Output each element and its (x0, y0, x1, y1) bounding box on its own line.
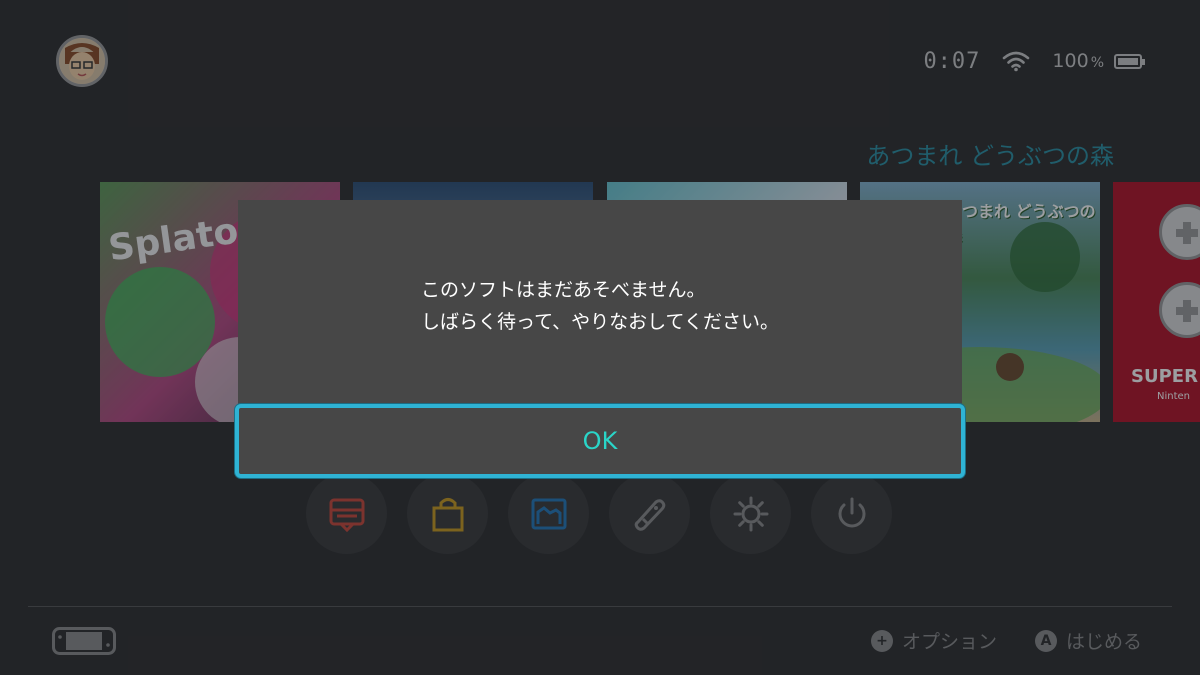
dialog-line-2: しばらく待って、やりなおしてください。 (421, 311, 779, 333)
ok-button[interactable]: OK (235, 404, 965, 478)
error-dialog: このソフトはまだあそべません。 しばらく待って、やりなおしてください。 OK (235, 200, 965, 478)
dialog-line-1: このソフトはまだあそべません。 (421, 279, 706, 301)
home-screen: 0:07 100% あつまれ どうぶつの森 Splatoon あつまれ どうぶつ… (0, 0, 1200, 675)
dialog-message: このソフトはまだあそべません。 しばらく待って、やりなおしてください。 (238, 274, 962, 338)
